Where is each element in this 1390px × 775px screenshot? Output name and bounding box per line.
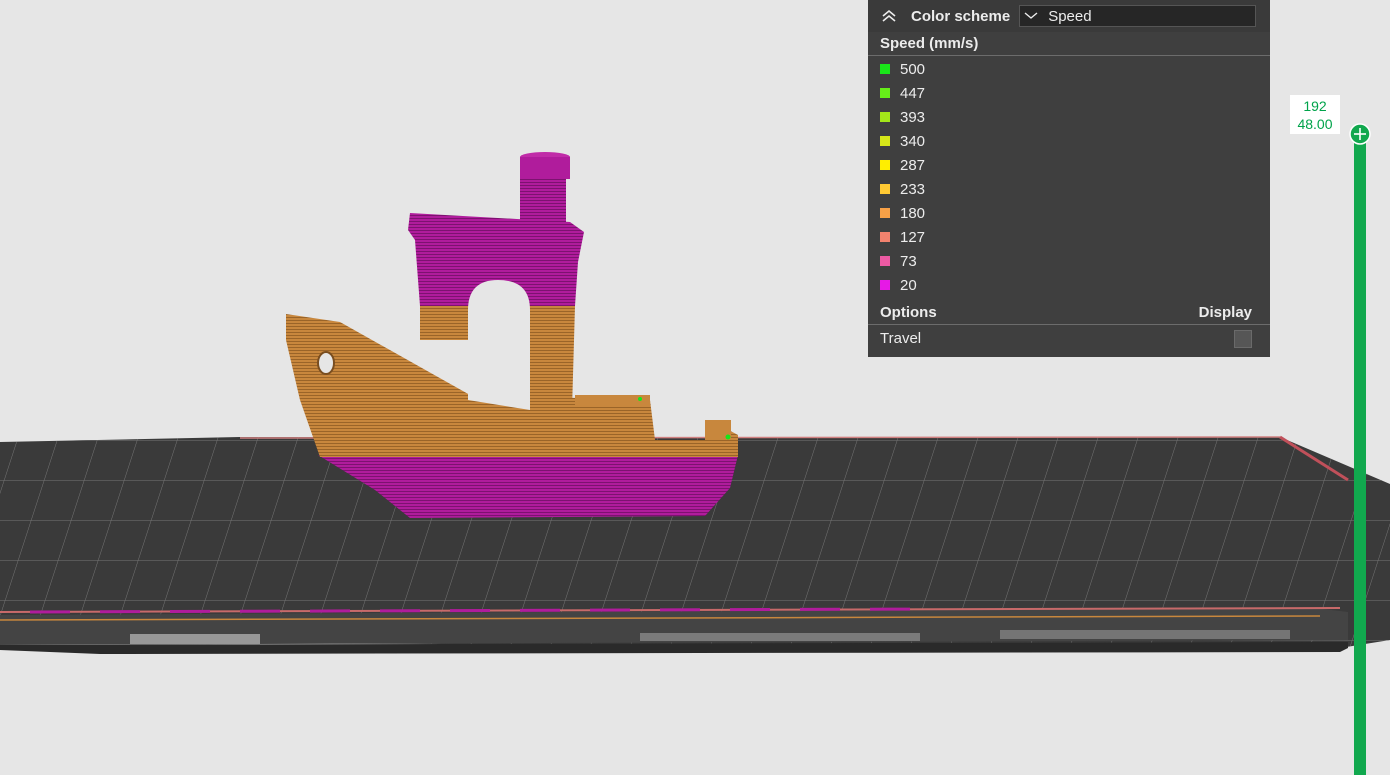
legend-item: 447 bbox=[868, 81, 1270, 105]
legend-item-label: 447 bbox=[900, 84, 926, 102]
legend-item: 500 bbox=[868, 57, 1270, 81]
layer-indicator: 192 48.00 bbox=[1290, 95, 1340, 134]
legend-item: 233 bbox=[868, 177, 1270, 201]
legend-item-label: 127 bbox=[900, 228, 926, 246]
travel-display-checkbox[interactable] bbox=[1234, 329, 1252, 348]
color-scheme-value: Speed bbox=[1048, 7, 1092, 25]
color-swatch bbox=[880, 112, 890, 122]
color-swatch bbox=[880, 64, 890, 74]
color-swatch bbox=[880, 184, 890, 194]
color-swatch bbox=[880, 208, 890, 218]
legend-panel: Color scheme Speed Speed (mm/s) 500 447 39… bbox=[868, 0, 1270, 357]
legend-item: 73 bbox=[868, 249, 1270, 273]
layer-number: 192 bbox=[1303, 98, 1327, 114]
options-label: Options bbox=[880, 304, 937, 321]
chevron-down-icon bbox=[1024, 9, 1042, 23]
layer-slider-track[interactable] bbox=[1354, 134, 1366, 775]
color-swatch bbox=[880, 232, 890, 242]
color-swatch bbox=[880, 160, 890, 170]
legend-item: 20 bbox=[868, 273, 1270, 297]
collapse-icon[interactable] bbox=[878, 5, 900, 27]
model-preview[interactable] bbox=[286, 152, 738, 518]
legend-item-label: 393 bbox=[900, 108, 926, 126]
travel-option-row: Travel bbox=[868, 325, 1270, 352]
legend-item-label: 20 bbox=[900, 276, 917, 294]
legend-item: 393 bbox=[868, 105, 1270, 129]
legend-item-label: 500 bbox=[900, 60, 926, 78]
legend-items: 500 447 393 340 287 233 180 127 73 20 bbox=[868, 56, 1270, 297]
legend-header: Color scheme Speed bbox=[868, 0, 1270, 32]
legend-item-label: 287 bbox=[900, 156, 926, 174]
color-swatch bbox=[880, 280, 890, 290]
color-swatch bbox=[880, 136, 890, 146]
legend-item: 180 bbox=[868, 201, 1270, 225]
legend-item-label: 180 bbox=[900, 204, 926, 222]
color-scheme-dropdown[interactable]: Speed bbox=[1019, 5, 1257, 27]
layer-height: 48.00 bbox=[1297, 116, 1333, 132]
legend-item: 127 bbox=[868, 225, 1270, 249]
speed-unit-label: Speed (mm/s) bbox=[880, 35, 979, 52]
legend-item-label: 340 bbox=[900, 132, 926, 150]
layer-slider-handle[interactable] bbox=[1349, 123, 1371, 145]
color-swatch bbox=[880, 88, 890, 98]
legend-item-label: 73 bbox=[900, 252, 917, 270]
legend-item-label: 233 bbox=[900, 180, 926, 198]
legend-section-title: Speed (mm/s) bbox=[868, 32, 1270, 56]
legend-item: 287 bbox=[868, 153, 1270, 177]
color-scheme-label: Color scheme bbox=[911, 7, 1011, 25]
color-swatch bbox=[880, 256, 890, 266]
travel-label: Travel bbox=[880, 330, 922, 347]
display-label: Display bbox=[1198, 304, 1252, 321]
legend-item: 340 bbox=[868, 129, 1270, 153]
options-header: Options Display bbox=[868, 301, 1270, 325]
